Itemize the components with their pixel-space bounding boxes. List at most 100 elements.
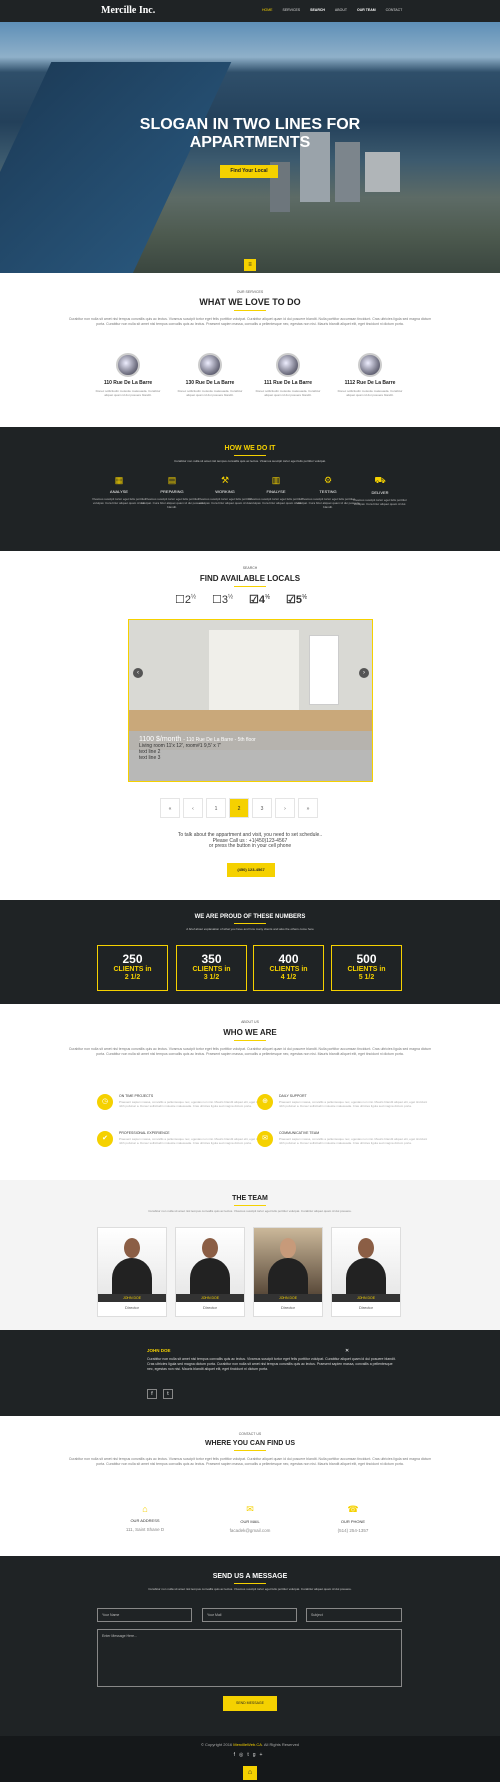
page-3[interactable]: 3 [252, 798, 272, 818]
profile-text: Curabitur non nulla sit amet nisl tempus… [147, 1357, 396, 1371]
apartment-slider[interactable]: 1100 $/month - 110 Rue De La Barre - 5th… [128, 619, 373, 782]
profile-name: JOHN DOE [147, 1348, 171, 1353]
feature-item: ◷ ON TIME PROJECTS Praesent sapien massa, … [97, 1094, 267, 1124]
nav-home[interactable]: HOME [262, 8, 273, 12]
feature-item: ✉ COMMUNICATIVE TEAM Praesent sapien massa… [257, 1131, 427, 1161]
section-kicker: ABOUT US [241, 1020, 259, 1024]
filter-4[interactable]: ☑4½ [249, 593, 270, 606]
filter-2[interactable]: ☐2½ [175, 593, 196, 606]
filter-3[interactable]: ☐3½ [212, 593, 233, 606]
stat-label: CLIENTS in [113, 966, 152, 973]
subject-field[interactable]: Subject [306, 1608, 402, 1622]
section-title: HOW WE DO IT [224, 445, 276, 452]
stat-label: 3 1/2 [203, 974, 220, 981]
stat-label: 4 1/2 [280, 974, 297, 981]
feature-item: ✔ PROFESSIONAL EXPERIENCE Praesent sapien … [97, 1131, 267, 1161]
stat-number: 500 [356, 952, 377, 966]
slide-line: text line 3 [139, 755, 161, 761]
nav-services[interactable]: SERVICES [283, 8, 301, 12]
mail-value[interactable]: facadek@gmail.com [205, 1528, 295, 1533]
call-text-line: or press the button in your cell phone [208, 843, 292, 849]
stat-box: 500 CLIENTS in 5 1/2 [331, 945, 402, 991]
twitter-icon[interactable]: t [163, 1389, 173, 1399]
page-next[interactable]: › [275, 798, 295, 818]
section-title: SEND US A MESSAGE [212, 1573, 288, 1580]
contact-section: CONTACT US WHERE YOU CAN FIND US Curabit… [0, 1416, 500, 1556]
member-role: Director [202, 1305, 217, 1310]
mail-field[interactable]: Your Mail [202, 1608, 297, 1622]
numbers-section: WE ARE PROUD OF THESE NUMBERS A brief ab… [0, 900, 500, 1004]
google-plus-icon[interactable]: g+ [253, 1752, 267, 1758]
apartment-photo-door [309, 635, 339, 705]
location-icon [116, 353, 140, 377]
filter-5[interactable]: ☑5½ [286, 593, 307, 606]
social-icons: f◎tg+ [0, 1752, 500, 1758]
footer-site-link[interactable]: MercilleWeb.CA [233, 1742, 262, 1747]
page-prev[interactable]: ‹ [183, 798, 203, 818]
hero-image-building [365, 152, 400, 192]
section-text: Curabitur non nulla sit amet nisl tempus… [68, 1047, 432, 1056]
close-icon[interactable]: ✕ [345, 1348, 349, 1354]
feature-text: Praesent sapien massa, convallis a pelle… [119, 1137, 268, 1145]
location-icon [198, 353, 222, 377]
send-message-button[interactable]: SEND MESSAGE [223, 1696, 277, 1711]
location-card[interactable]: 130 Rue De La Barre Donec sollicitudin mo… [175, 353, 245, 397]
stat-number: 350 [201, 952, 222, 966]
member-name: JOHN DOE [254, 1294, 322, 1302]
team-member-card[interactable]: JOHN DOE Director [175, 1227, 245, 1317]
phone-icon: ☎ [347, 1504, 359, 1514]
divider [234, 1040, 266, 1041]
member-profile-panel: JOHN DOE Curabitur non nulla sit amet ni… [0, 1330, 500, 1416]
member-photo [332, 1228, 400, 1294]
divider [234, 923, 266, 924]
feature-text: Praesent sapien massa, convallis a pelle… [279, 1100, 428, 1108]
feature-item: ⊕ DAILY SUPPORT Praesent sapien massa, con… [257, 1094, 427, 1124]
apartment-photo [209, 630, 299, 710]
nav-contact[interactable]: CONTACT [386, 8, 403, 12]
location-name: 1112 Rue De La Barre [344, 380, 396, 386]
feature-title: PROFESSIONAL EXPERIENCE [119, 1131, 170, 1135]
divider [234, 1583, 266, 1584]
scroll-down-icon[interactable]: ≡ [244, 259, 256, 271]
nav-search[interactable]: SEARCH [310, 8, 325, 12]
section-text: Curabitur non nulla sit amet nisl tempus… [68, 1457, 432, 1466]
message-textarea[interactable]: Enter Message Here... [97, 1629, 402, 1687]
logo[interactable]: Mercille Inc. [101, 5, 155, 16]
team-member-card[interactable]: JOHN DOE Director [253, 1227, 323, 1317]
section-title: WHERE YOU CAN FIND US [204, 1440, 296, 1447]
call-button[interactable]: (450) 123-4567 [227, 863, 275, 877]
divider [234, 310, 266, 311]
call-text: To talk about the appartment and visit, … [0, 832, 500, 850]
back-to-top-icon[interactable]: ⌂ [243, 1766, 257, 1780]
member-photo [176, 1228, 244, 1294]
find-local-button[interactable]: Find Your Local [220, 165, 278, 178]
location-card[interactable]: 1112 Rue De La Barre Donec sollicitudin m… [335, 353, 405, 397]
nav-about[interactable]: ABOUT [335, 8, 347, 12]
name-field[interactable]: Your Name [97, 1608, 192, 1622]
top-nav: Mercille Inc. HOME SERVICES SEARCH ABOUT… [0, 0, 500, 22]
slider-next-icon[interactable]: › [359, 668, 369, 678]
location-card[interactable]: 111 Rue De La Barre Donec sollicitudin mo… [253, 353, 323, 397]
member-name: JOHN DOE [98, 1294, 166, 1302]
feature-title: DAILY SUPPORT [279, 1094, 307, 1098]
page-first[interactable]: « [160, 798, 180, 818]
step-deliver: ⛟ DELIVER Vivamus suscipit tortor eget fel… [347, 475, 413, 506]
team-member-card[interactable]: JOHN DOE Director [97, 1227, 167, 1317]
thumbs-up-icon: ✔ [97, 1131, 113, 1147]
location-card[interactable]: 110 Rue De La Barre Donec sollicitudin mo… [93, 353, 163, 397]
chat-icon: ✉ [257, 1131, 273, 1147]
section-text: Curabitur non nulla sit amet nisl tempus… [148, 1209, 352, 1213]
phone-value[interactable]: (514) 254-1357 [308, 1528, 398, 1533]
page-2[interactable]: 2 [229, 798, 249, 818]
facebook-icon[interactable]: f [147, 1389, 157, 1399]
divider [234, 1450, 266, 1451]
page-1[interactable]: 1 [206, 798, 226, 818]
nav-team[interactable]: OUR TEAM [357, 8, 376, 12]
address-block: ⌂ OUR ADDRESS 111, Saint Shane D [100, 1504, 190, 1532]
location-name: 130 Rue De La Barre [185, 380, 235, 386]
page-last[interactable]: » [298, 798, 318, 818]
phone-block: ☎ OUR PHONE (514) 254-1357 [308, 1504, 398, 1533]
member-name: JOHN DOE [332, 1294, 400, 1302]
team-member-card[interactable]: JOHN DOE Director [331, 1227, 401, 1317]
slider-prev-icon[interactable]: ‹ [133, 668, 143, 678]
